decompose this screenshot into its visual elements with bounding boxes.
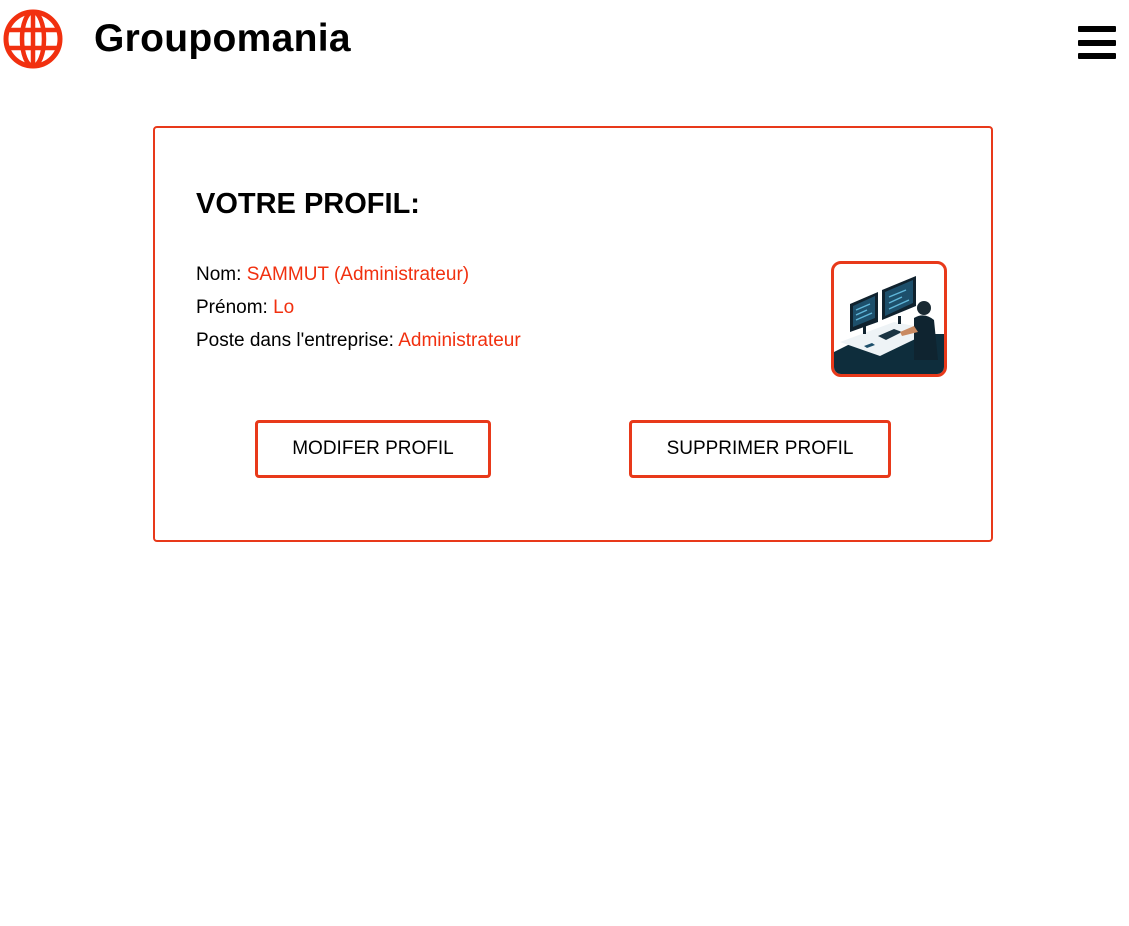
profile-card: VOTRE PROFIL: Nom: SAMMUT (Administrateu… xyxy=(153,126,993,542)
field-value-poste: Administrateur xyxy=(398,330,521,351)
edit-profile-button[interactable]: MODIFER PROFIL xyxy=(255,420,491,478)
profile-row-poste: Poste dans l'entreprise: Administrateur xyxy=(196,324,521,357)
profile-title: VOTRE PROFIL: xyxy=(196,188,420,220)
profile-avatar xyxy=(831,261,947,377)
top-header: Groupomania xyxy=(0,0,1129,80)
hamburger-menu-icon[interactable] xyxy=(1078,26,1116,60)
delete-profile-button[interactable]: SUPPRIMER PROFIL xyxy=(629,420,891,478)
brand-name[interactable]: Groupomania xyxy=(94,16,351,62)
profile-row-nom: Nom: SAMMUT (Administrateur) xyxy=(196,258,521,291)
field-label: Poste dans l'entreprise: xyxy=(196,330,394,351)
globe-icon[interactable] xyxy=(2,8,64,70)
profile-row-prenom: Prénom: Lo xyxy=(196,291,521,324)
field-value-prenom: Lo xyxy=(273,297,295,318)
field-value-nom: SAMMUT (Administrateur) xyxy=(246,264,470,285)
field-label: Nom: xyxy=(196,264,242,285)
field-label: Prénom: xyxy=(196,297,268,318)
developer-at-desk-illustration xyxy=(834,276,944,374)
profile-info-list: Nom: SAMMUT (Administrateur) Prénom: Lo … xyxy=(196,258,521,357)
